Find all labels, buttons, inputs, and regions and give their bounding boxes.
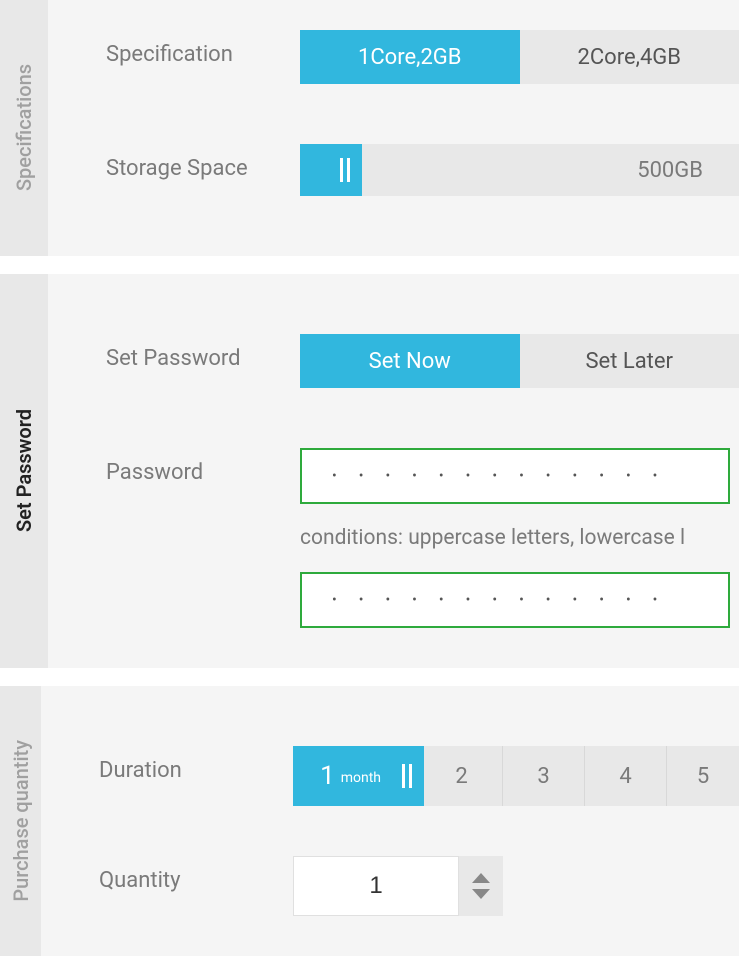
password-label: Password — [48, 448, 300, 485]
spec-option-2core[interactable]: 2Core,4GB — [520, 30, 739, 84]
duration-group: 1 month 2 3 4 5 — [293, 746, 739, 806]
duration-option-3[interactable]: 3 — [503, 746, 585, 806]
specifications-content: Specification 1Core,2GB 2Core,4GB Storag… — [48, 0, 739, 256]
duration-option-5[interactable]: 5 — [667, 746, 739, 806]
storage-slider-handle[interactable] — [328, 144, 362, 196]
quantity-row: Quantity — [41, 856, 739, 916]
storage-slider[interactable]: 500GB — [300, 144, 739, 196]
duration-option-2[interactable]: 2 — [421, 746, 503, 806]
password-hint: conditions: uppercase letters, lowercase… — [300, 526, 739, 550]
password-input-controls: ••••••••••••• conditions: uppercase lett… — [300, 448, 739, 628]
specifications-side-label: Specifications — [0, 0, 48, 256]
purchase-side-label: Purchase quantity — [0, 686, 41, 956]
specification-button-group: 1Core,2GB 2Core,4GB — [300, 30, 739, 84]
set-password-label: Set Password — [48, 334, 300, 371]
duration-controls: 1 month 2 3 4 5 — [293, 746, 739, 806]
password-confirm-field[interactable]: ••••••••••••• — [300, 572, 730, 628]
specification-label: Specification — [48, 30, 300, 67]
password-content: Set Password Set Now Set Later Password … — [48, 274, 739, 668]
quantity-wrapper — [293, 856, 739, 916]
set-later-button[interactable]: Set Later — [520, 334, 739, 388]
spec-option-1core[interactable]: 1Core,2GB — [300, 30, 520, 84]
specifications-section: Specifications Specification 1Core,2GB 2… — [0, 0, 739, 256]
purchase-section: Purchase quantity Duration 1 month 2 3 4… — [0, 686, 739, 956]
quantity-input[interactable] — [293, 856, 459, 916]
quantity-label: Quantity — [41, 856, 293, 893]
password-input-row: Password ••••••••••••• conditions: upper… — [48, 448, 739, 628]
password-section: Set Password Set Password Set Now Set La… — [0, 274, 739, 668]
storage-label: Storage Space — [48, 144, 300, 181]
duration-option-4[interactable]: 4 — [585, 746, 667, 806]
password-field[interactable]: ••••••••••••• — [300, 448, 730, 504]
set-password-button-group: Set Now Set Later — [300, 334, 739, 388]
storage-value: 500GB — [637, 158, 703, 183]
set-password-row: Set Password Set Now Set Later — [48, 334, 739, 388]
set-now-button[interactable]: Set Now — [300, 334, 520, 388]
duration-row: Duration 1 month 2 3 4 5 — [41, 746, 739, 806]
quantity-down-icon[interactable] — [472, 889, 490, 899]
specification-controls: 1Core,2GB 2Core,4GB — [300, 30, 739, 84]
set-password-controls: Set Now Set Later — [300, 334, 739, 388]
storage-row: Storage Space 500GB — [48, 144, 739, 196]
quantity-stepper — [459, 856, 503, 916]
password-side-label: Set Password — [0, 274, 48, 668]
storage-controls: 500GB — [300, 144, 739, 196]
quantity-controls — [293, 856, 739, 916]
quantity-up-icon[interactable] — [472, 873, 490, 883]
duration-label: Duration — [41, 746, 293, 783]
purchase-content: Duration 1 month 2 3 4 5 Quantity — [41, 686, 739, 956]
specification-row: Specification 1Core,2GB 2Core,4GB — [48, 30, 739, 84]
duration-slider-handle[interactable] — [390, 746, 424, 806]
